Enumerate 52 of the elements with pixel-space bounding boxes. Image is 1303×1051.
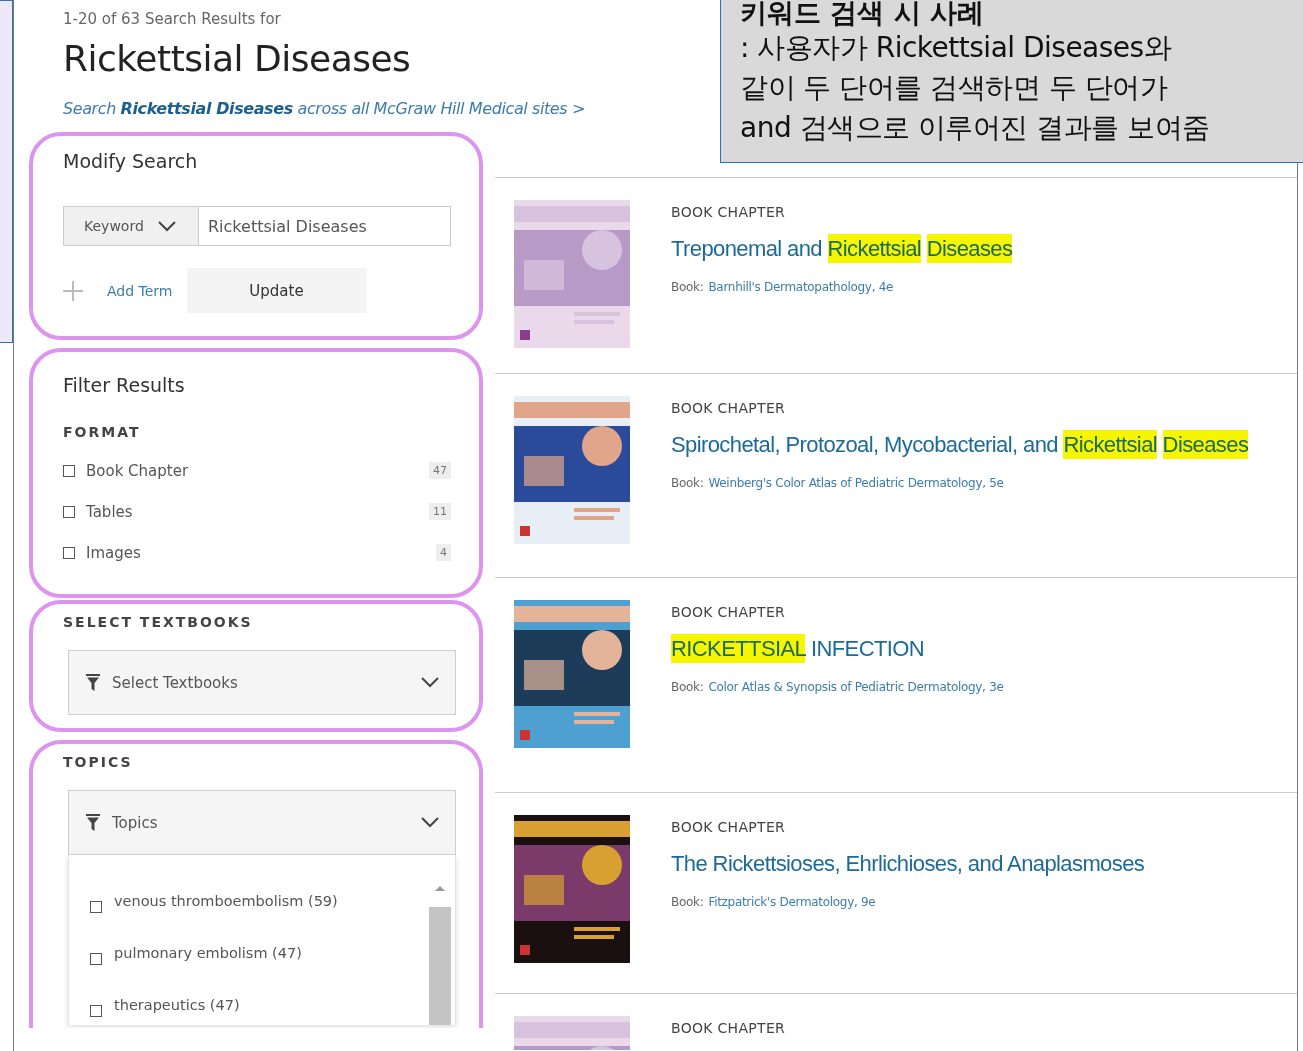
section-heading: Modify Search xyxy=(63,150,198,172)
add-term-link[interactable]: Add Term xyxy=(107,282,173,299)
format-heading: FORMAT xyxy=(63,424,141,440)
search-field[interactable]: Rickettsial Diseases xyxy=(199,206,451,246)
chevron-icon xyxy=(157,220,176,232)
book-label: Book: xyxy=(671,280,704,294)
callout-title: 키워드 검색 시 사례 xyxy=(740,0,985,28)
book-link[interactable]: Weinberg's Color Atlas of Pediatric Dermatology, 5e xyxy=(708,476,1004,490)
filter-icon xyxy=(86,814,100,831)
textbooks-dropdown[interactable]: Select Textbooks xyxy=(68,650,456,715)
book-label: Book: xyxy=(671,476,704,490)
checkbox[interactable] xyxy=(63,505,75,518)
book-label: Book: xyxy=(671,680,704,694)
query-title: Rickettsial Diseases xyxy=(63,38,411,79)
result-title-link[interactable]: The Rickettsioses, Ehrlichioses, and Anaplasmoses xyxy=(671,851,1145,877)
topics-heading: TOPICS xyxy=(63,754,133,770)
result-type: BOOK CHAPTER xyxy=(671,400,786,416)
checkbox[interactable] xyxy=(90,901,102,913)
topics-dropdown[interactable]: Topics xyxy=(68,790,456,855)
checkbox[interactable] xyxy=(63,546,75,559)
result-type: BOOK CHAPTER xyxy=(671,204,786,220)
result-type: BOOK CHAPTER xyxy=(671,819,786,835)
results-summary: 1-20 of 63 Search Results for xyxy=(63,10,281,28)
chevron-icon xyxy=(421,677,439,688)
checkbox[interactable] xyxy=(63,464,75,477)
count-badge: 11 xyxy=(429,503,451,520)
filter-icon xyxy=(86,674,100,691)
topic-option[interactable]: therapeutics (47) xyxy=(114,997,240,1013)
chevron-icon xyxy=(421,817,439,828)
checkbox[interactable] xyxy=(90,953,102,965)
callout-text: : 사용자가 Rickettsial Diseases와 xyxy=(740,30,1172,66)
callout-text: and 검색으로 이루어진 결과를 보여줌 xyxy=(740,110,1210,146)
topic-option[interactable]: venous thromboembolism (59) xyxy=(114,893,338,909)
topic-option[interactable]: pulmonary embolism (47) xyxy=(114,945,302,961)
book-link[interactable]: Barnhill's Dermatopathology, 4e xyxy=(708,280,894,294)
result-type: BOOK CHAPTER xyxy=(671,1020,786,1036)
filter-option[interactable]: Images xyxy=(86,543,436,562)
field-type-select[interactable]: Keyword xyxy=(63,206,199,246)
count-badge: 4 xyxy=(436,544,451,561)
checkbox[interactable] xyxy=(90,1005,102,1017)
count-badge: 47 xyxy=(429,462,451,479)
book-link[interactable]: Fitzpatrick's Dermatology, 9e xyxy=(708,895,876,909)
filter-option[interactable]: Tables xyxy=(86,502,429,521)
cross-site-search-link[interactable]: Search Rickettsial Diseases across all McGraw Hill Medical sites > xyxy=(63,99,585,118)
book-label: Book: xyxy=(671,895,704,909)
book-link[interactable]: Color Atlas & Synopsis of Pediatric Dermatology, 3e xyxy=(708,680,1004,694)
textbooks-heading: SELECT TEXTBOOKS xyxy=(63,614,253,630)
update-button[interactable]: Update xyxy=(186,268,367,313)
filter-option[interactable]: Book Chapter xyxy=(86,461,429,480)
result-type: BOOK CHAPTER xyxy=(671,604,786,620)
callout-text: 같이 두 단어를 검색하면 두 단어가 xyxy=(740,70,1167,106)
section-heading: Filter Results xyxy=(63,374,185,396)
